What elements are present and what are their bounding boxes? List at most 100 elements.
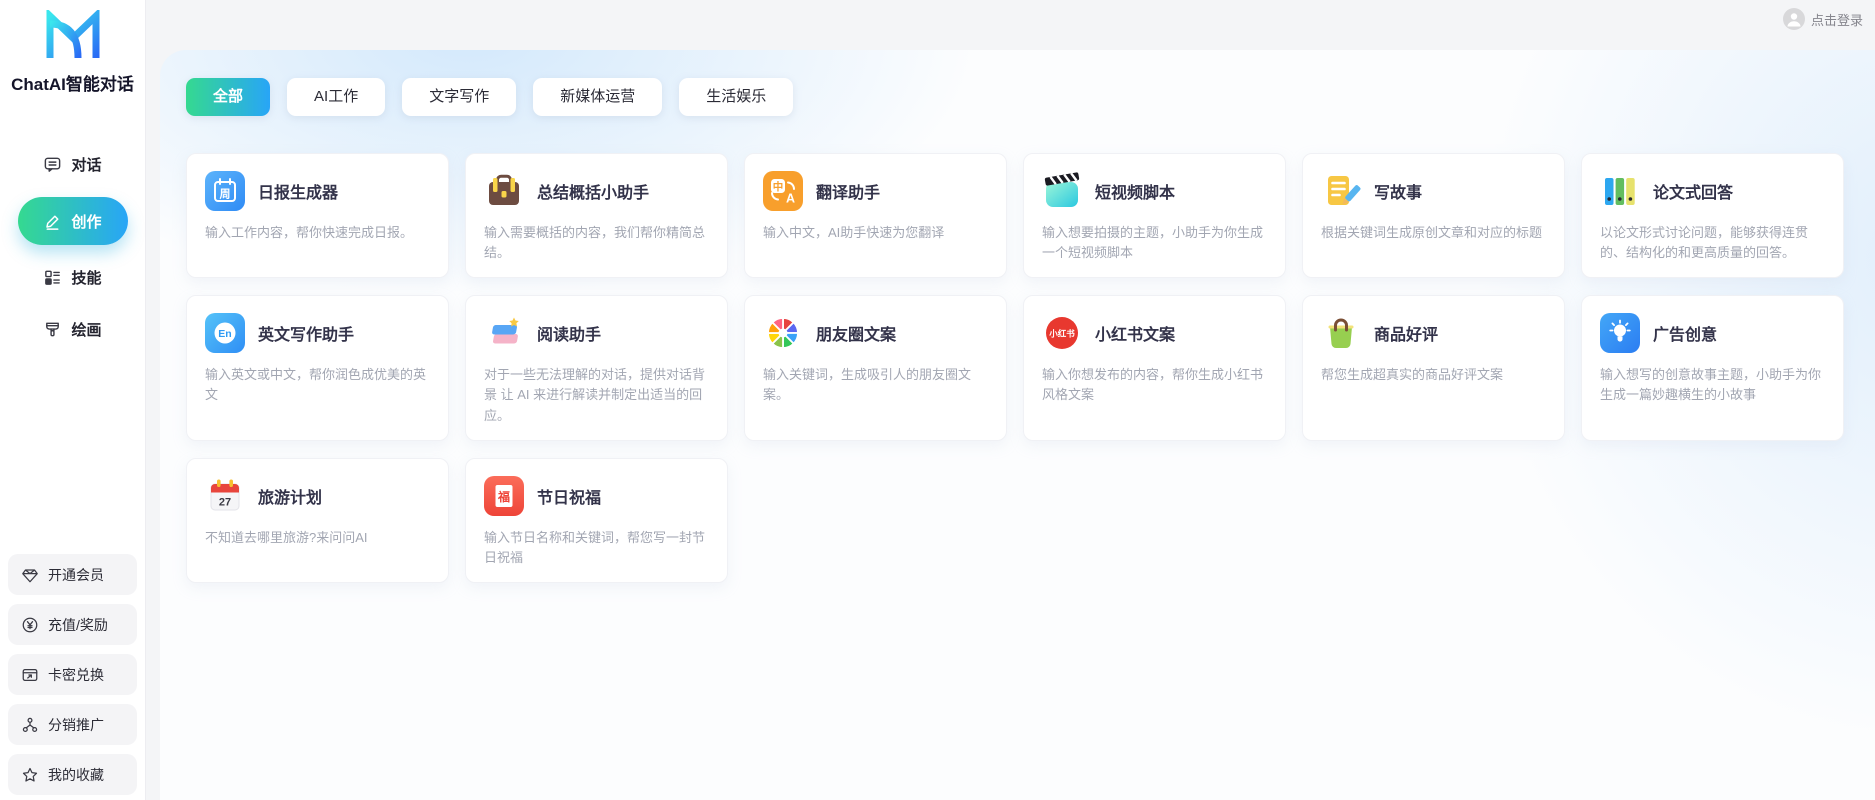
travel-plan-icon: 27 — [205, 476, 245, 516]
card-title: 英文写作助手 — [258, 327, 355, 345]
card-description: 输入关键词，生成吸引人的朋友圈文案。 — [763, 367, 972, 403]
daily-report-icon: 周 — [205, 171, 245, 211]
card-description: 根据关键词生成原创文章和对应的标题 — [1321, 225, 1543, 240]
sidebar-button-label: 我的收藏 — [48, 766, 104, 783]
card-title: 翻译助手 — [816, 185, 881, 202]
card-title: 小红书文案 — [1095, 327, 1176, 345]
login-label: 点击登录 — [1810, 12, 1863, 28]
card-title: 总结概括小助手 — [537, 185, 650, 202]
category-tabs: 全部 AI工作 文字写作 新媒体运营 生活娱乐 — [160, 50, 1875, 116]
card-description: 不知道去哪里旅游?来问问AI — [205, 529, 368, 545]
card-description: 对于一些无法理解的对话，提供对话背景 让 AI 来进行解读并制定出适当的回应。 — [484, 367, 706, 423]
vip-icon — [21, 566, 39, 584]
sidebar-item-paint[interactable]: 绘画 — [43, 310, 102, 349]
sidebar-item-chat[interactable]: 对话 — [43, 145, 102, 184]
tool-card-write-story[interactable]: 写故事根据关键词生成原创文章和对应的标题 — [1302, 153, 1565, 279]
tool-card-reading[interactable]: 阅读助手 对于一些无法理解的对话，提供对话背景 让 AI 来进行解读并制定出适当的… — [465, 295, 728, 441]
app-title: ChatAI智能对话 — [11, 75, 134, 94]
sidebar-button-label: 分销推广 — [48, 716, 104, 733]
tab-all[interactable]: 全部 — [186, 78, 271, 116]
recharge-icon — [21, 616, 39, 634]
sidebar-button-redeem[interactable]: 卡密兑换 — [8, 654, 137, 695]
tool-card-festival[interactable]: 福 节日祝福输入节日名称和关键词，帮您写一封节日祝福 — [465, 457, 728, 583]
sidebar-item-label: 创作 — [71, 213, 102, 231]
paint-icon — [43, 320, 62, 339]
english-writing-icon: En — [205, 313, 245, 354]
card-description: 以论文形式讨论问题，能够获得连贯的、结构化的和更高质量的回答。 — [1600, 225, 1809, 261]
tab-ai-work[interactable]: AI工作 — [287, 78, 386, 116]
tab-writing[interactable]: 文字写作 — [402, 78, 517, 116]
sidebar-item-create[interactable]: 创作 — [17, 197, 128, 245]
sidebar-button-label: 充值/奖励 — [48, 616, 108, 633]
skills-icon — [43, 268, 62, 287]
app-logo — [42, 7, 104, 67]
sidebar-button-recharge[interactable]: 充值/奖励 — [8, 604, 137, 645]
card-title: 广告创意 — [1653, 327, 1718, 345]
reading-icon — [484, 313, 524, 353]
tab-life[interactable]: 生活娱乐 — [679, 78, 794, 116]
card-title: 朋友圈文案 — [816, 327, 897, 345]
tool-card-ad-creative[interactable]: 广告创意输入想写的创意故事主题，小助手为你生成一篇妙趣横生的小故事 — [1581, 295, 1844, 441]
tool-card-english-writing[interactable]: En 英文写作助手输入英文或中文，帮你润色成优美的英文 — [186, 295, 449, 441]
svg-text:A: A — [786, 192, 795, 206]
card-description: 输入中文，AI助手快速为您翻译 — [763, 225, 945, 240]
card-description: 输入节日名称和关键词，帮您写一封节日祝福 — [484, 529, 706, 565]
essay-answer-icon — [1600, 171, 1640, 211]
sidebar-button-vip[interactable]: 开通会员 — [8, 554, 137, 595]
tool-card-daily-report[interactable]: 周 日报生成器输入工作内容，帮你快速完成日报。 — [186, 153, 449, 279]
short-video-icon — [1042, 171, 1082, 211]
tab-media[interactable]: 新媒体运营 — [533, 78, 663, 116]
summary-icon — [484, 171, 524, 211]
content-panel: 全部 AI工作 文字写作 新媒体运营 生活娱乐 周 日报生成器输入工作内容，帮你快速完成日… — [160, 50, 1875, 800]
tool-card-xiaohongshu[interactable]: 小红书 小红书文案输入你想发布的内容，帮你生成小红书风格文案 — [1023, 295, 1286, 441]
sidebar-item-label: 技能 — [71, 270, 102, 287]
card-title: 旅游计划 — [258, 489, 323, 507]
chat-icon — [43, 155, 62, 174]
avatar-icon — [1782, 8, 1805, 30]
card-title: 节日祝福 — [537, 489, 602, 507]
card-title: 论文式回答 — [1653, 185, 1734, 202]
svg-text:周: 周 — [220, 188, 231, 201]
card-title: 写故事 — [1374, 185, 1423, 202]
tool-card-summary[interactable]: 总结概括小助手输入需要概括的内容，我们帮你精简总结。 — [465, 153, 728, 279]
card-title: 商品好评 — [1374, 327, 1439, 345]
login-button[interactable]: 点击登录 — [1782, 8, 1863, 30]
sidebar-button-affiliate[interactable]: 分销推广 — [8, 704, 137, 745]
sidebar-button-label: 卡密兑换 — [48, 666, 104, 683]
svg-text:27: 27 — [219, 496, 231, 508]
svg-text:中: 中 — [773, 180, 784, 193]
sidebar-button-favorites[interactable]: 我的收藏 — [8, 754, 137, 795]
tool-card-good-review[interactable]: 商品好评 帮您生成超真实的商品好评文案 — [1302, 295, 1565, 441]
moments-icon — [763, 313, 803, 353]
card-title: 短视频脚本 — [1095, 185, 1176, 202]
tool-card-travel-plan[interactable]: 27 旅游计划不知道去哪里旅游?来问问AI — [186, 457, 449, 583]
card-description: 输入工作内容，帮你快速完成日报。 — [205, 225, 414, 240]
ad-creative-icon — [1600, 313, 1640, 354]
sidebar-item-skills[interactable]: 技能 — [43, 258, 102, 297]
tool-card-moments[interactable]: 朋友圈文案输入关键词，生成吸引人的朋友圈文案。 — [744, 295, 1007, 441]
create-icon — [43, 212, 62, 231]
card-description: 输入需要概括的内容，我们帮你精简总结。 — [484, 225, 706, 261]
sidebar-button-label: 开通会员 — [48, 566, 104, 583]
logo-m-icon — [46, 7, 99, 59]
tool-card-short-video[interactable]: 短视频脚本输入想要拍摄的主题，小助手为你生成一个短视频脚本 — [1023, 153, 1286, 279]
favorites-icon — [21, 766, 39, 784]
sidebar: ChatAI智能对话 对话创作技能绘画 开通会员充值/奖励卡密兑换分销推广我的收… — [0, 0, 146, 800]
festival-icon: 福 — [484, 475, 524, 516]
card-description: 输入英文或中文，帮你润色成优美的英文 — [205, 367, 427, 403]
card-description: 输入想要拍摄的主题，小助手为你生成一个短视频脚本 — [1042, 225, 1264, 261]
sidebar-nav: 对话 创作 技能 绘画 — [8, 145, 137, 349]
write-story-icon — [1321, 171, 1361, 211]
tool-card-translate[interactable]: 中 A 翻译助手输入中文，AI助手快速为您翻译 — [744, 153, 1007, 279]
svg-text:福: 福 — [497, 489, 510, 504]
xiaohongshu-icon: 小红书 — [1042, 313, 1082, 353]
sidebar-item-label: 对话 — [71, 157, 102, 174]
good-review-icon — [1321, 313, 1361, 353]
tool-card-grid: 周 日报生成器输入工作内容，帮你快速完成日报。 总结概括小助手输入需要概括的内容，我… — [160, 116, 1875, 583]
sidebar-footer: 开通会员充值/奖励卡密兑换分销推广我的收藏 — [8, 554, 137, 795]
card-description: 输入你想发布的内容，帮你生成小红书风格文案 — [1042, 367, 1264, 403]
card-title: 日报生成器 — [258, 185, 339, 202]
card-description: 输入想写的创意故事主题，小助手为你生成一篇妙趣横生的小故事 — [1600, 367, 1822, 403]
tool-card-essay-answer[interactable]: 论文式回答以论文形式讨论问题，能够获得连贯的、结构化的和更高质量的回答。 — [1581, 153, 1844, 279]
sidebar-item-label: 绘画 — [71, 322, 102, 339]
